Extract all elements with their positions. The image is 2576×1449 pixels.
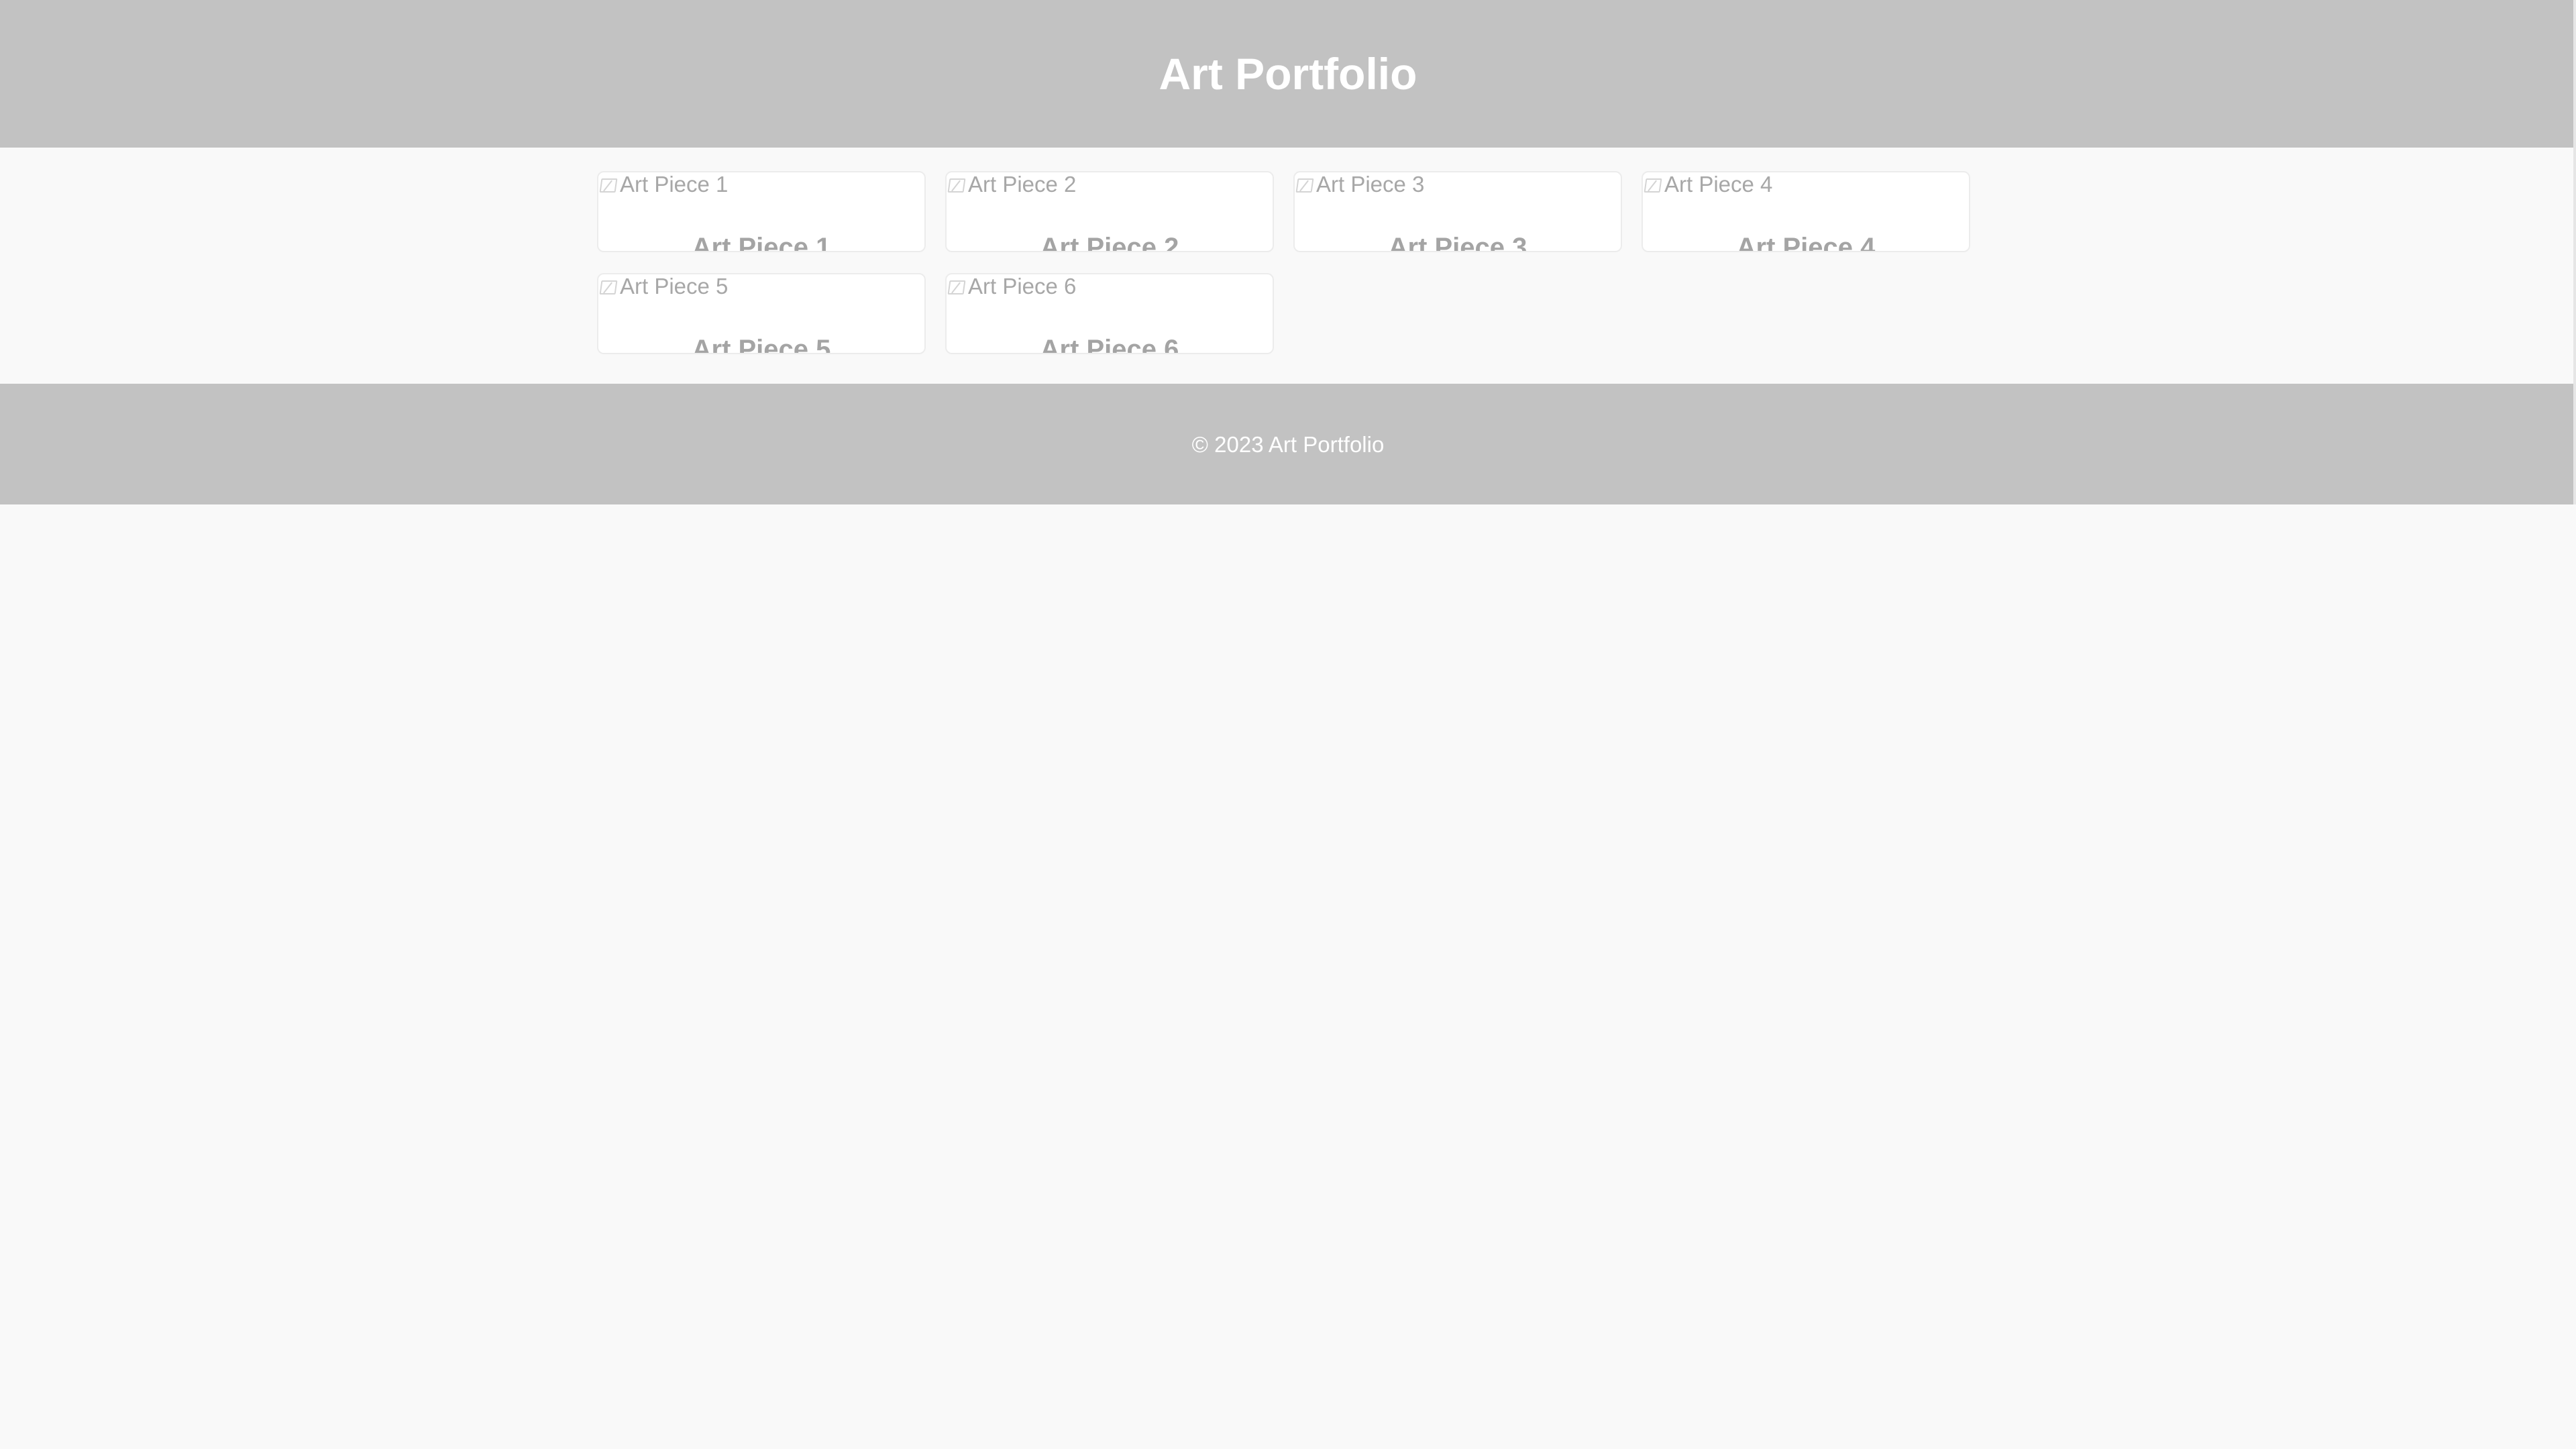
art-piece-title-6: Art Piece 6 <box>1040 335 1179 354</box>
broken-image-icon <box>1295 175 1313 194</box>
art-gallery: Art Piece 1 Art Piece 1 Art Piece 2 Art … <box>597 171 1972 354</box>
art-card-2[interactable]: Art Piece 2 Art Piece 2 <box>945 171 1274 252</box>
art-card-3[interactable]: Art Piece 3 Art Piece 3 <box>1293 171 1622 252</box>
art-image-alt-3: Art Piece 3 <box>1316 172 1425 197</box>
art-image-alt-5: Art Piece 5 <box>620 274 729 299</box>
art-piece-title-5: Art Piece 5 <box>692 335 831 354</box>
art-piece-title-3: Art Piece 3 <box>1388 233 1527 252</box>
art-image-alt-4: Art Piece 4 <box>1664 172 1773 197</box>
art-image-alt-1: Art Piece 1 <box>620 172 729 197</box>
art-image-alt-6: Art Piece 6 <box>968 274 1077 299</box>
art-piece-title-1: Art Piece 1 <box>692 233 831 252</box>
art-card-6[interactable]: Art Piece 6 Art Piece 6 <box>945 273 1274 354</box>
art-card-5[interactable]: Art Piece 5 Art Piece 5 <box>597 273 926 354</box>
art-image-6[interactable]: Art Piece 6 <box>947 274 1076 299</box>
art-image-5[interactable]: Art Piece 5 <box>598 274 728 299</box>
art-card-1[interactable]: Art Piece 1 Art Piece 1 <box>597 171 926 252</box>
art-image-1[interactable]: Art Piece 1 <box>598 172 728 197</box>
broken-image-icon <box>947 277 965 296</box>
broken-image-icon <box>598 175 617 194</box>
art-piece-title-4: Art Piece 4 <box>1736 233 1876 252</box>
site-header: Art Portfolio <box>0 0 2576 148</box>
broken-image-icon <box>1643 175 1662 194</box>
copyright-text: © 2023 Art Portfolio <box>1191 431 1385 457</box>
broken-image-icon <box>598 277 617 296</box>
window-scroll-edge <box>2573 0 2576 504</box>
page-title: Art Portfolio <box>1159 49 1417 99</box>
art-image-3[interactable]: Art Piece 3 <box>1295 172 1424 197</box>
art-image-4[interactable]: Art Piece 4 <box>1643 172 1772 197</box>
art-piece-title-2: Art Piece 2 <box>1040 233 1179 252</box>
art-image-alt-2: Art Piece 2 <box>968 172 1077 197</box>
site-footer: © 2023 Art Portfolio <box>0 384 2576 504</box>
art-image-2[interactable]: Art Piece 2 <box>947 172 1076 197</box>
broken-image-icon <box>947 175 965 194</box>
art-card-4[interactable]: Art Piece 4 Art Piece 4 <box>1642 171 1970 252</box>
